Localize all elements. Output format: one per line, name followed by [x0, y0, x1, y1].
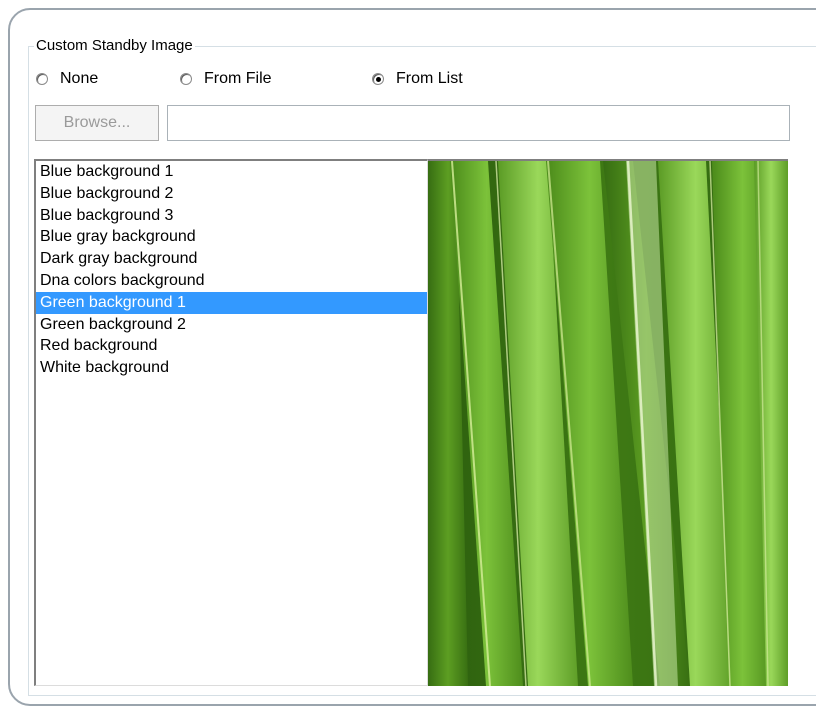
- radio-from-list[interactable]: From List: [372, 68, 463, 90]
- list-item[interactable]: Green background 2: [36, 314, 427, 336]
- radio-none[interactable]: None: [36, 68, 98, 90]
- file-path-field[interactable]: [167, 105, 790, 141]
- list-item[interactable]: Dark gray background: [36, 248, 427, 270]
- radio-from-list-label: From List: [396, 70, 463, 87]
- radio-from-file[interactable]: From File: [180, 68, 272, 90]
- radio-none-circle[interactable]: [36, 73, 48, 85]
- image-listbox[interactable]: Blue background 1 Blue background 2 Blue…: [34, 159, 428, 686]
- browse-button[interactable]: Browse...: [35, 105, 159, 141]
- radio-none-label: None: [60, 70, 99, 87]
- radio-from-file-circle[interactable]: [180, 73, 192, 85]
- list-item[interactable]: Blue background 3: [36, 205, 427, 227]
- group-legend: Custom Standby Image: [34, 37, 195, 55]
- list-item[interactable]: Red background: [36, 335, 427, 357]
- radio-from-list-circle[interactable]: [372, 73, 384, 85]
- list-item[interactable]: Blue background 1: [36, 161, 427, 183]
- list-item[interactable]: White background: [36, 357, 427, 379]
- image-preview: [428, 159, 788, 686]
- list-item[interactable]: Blue background 2: [36, 183, 427, 205]
- list-item[interactable]: Dna colors background: [36, 270, 427, 292]
- list-item[interactable]: Blue gray background: [36, 226, 427, 248]
- radio-from-file-label: From File: [204, 70, 272, 87]
- green-leaves-image: [428, 161, 788, 686]
- list-item[interactable]: Green background 1: [36, 291, 427, 314]
